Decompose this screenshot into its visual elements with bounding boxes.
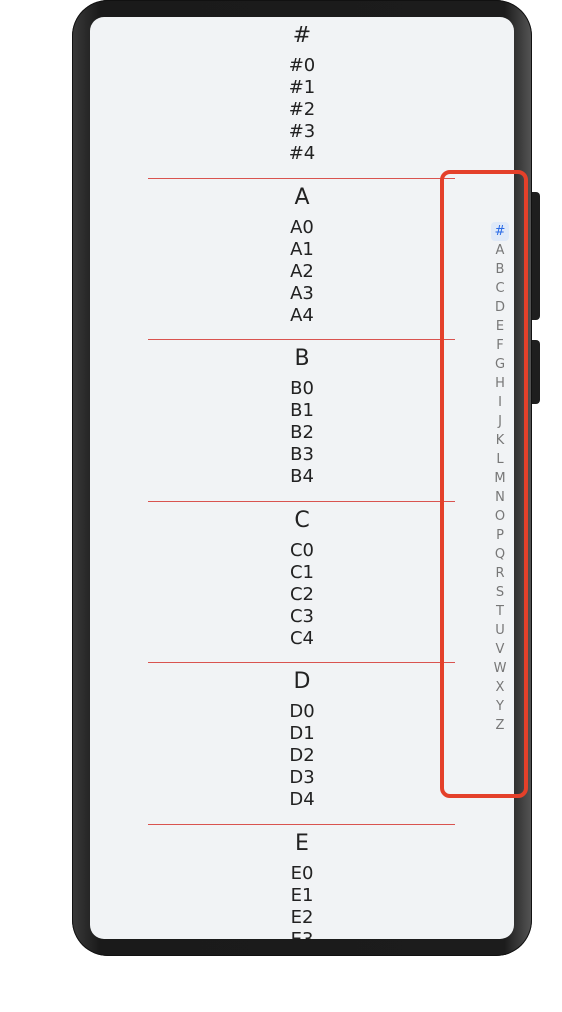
group-header: # bbox=[292, 23, 312, 48]
highlight-box bbox=[440, 170, 528, 798]
group-items: E0E1E2E3E4 bbox=[90, 863, 514, 940]
list-item[interactable]: #3 bbox=[90, 121, 514, 143]
group-items: #0 #1 #2 #3 #4 bbox=[90, 55, 514, 165]
power-button bbox=[532, 192, 540, 320]
list-group: E E0E1E2E3E4 bbox=[90, 825, 514, 940]
list-item[interactable]: #4 bbox=[90, 143, 514, 165]
list-item[interactable]: #0 bbox=[90, 55, 514, 77]
list-item[interactable]: E1 bbox=[90, 885, 514, 907]
list-group: # #0 #1 #2 #3 #4 bbox=[90, 17, 514, 179]
list-item[interactable]: E2 bbox=[90, 907, 514, 929]
volume-button bbox=[532, 340, 540, 404]
group-header: E bbox=[295, 830, 309, 856]
list-item[interactable]: E0 bbox=[90, 863, 514, 885]
list-item[interactable]: #2 bbox=[90, 99, 514, 121]
stage: # #0 #1 #2 #3 #4 A A0 A1 A2 A3 A4 B B0 B1 B2 B3 B4 C C0 C1 C2… bbox=[0, 0, 562, 1012]
list-item[interactable]: E3 bbox=[90, 929, 514, 940]
list-item[interactable]: #1 bbox=[90, 77, 514, 99]
